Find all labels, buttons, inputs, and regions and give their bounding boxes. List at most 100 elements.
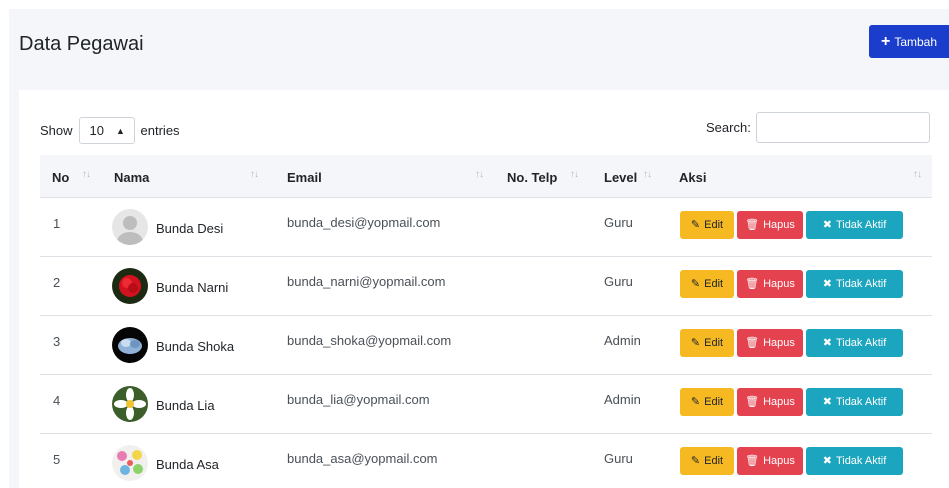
trash-icon: 🗑︎ — [745, 218, 760, 231]
edit-icon: ✎ — [690, 395, 701, 408]
avatar — [112, 445, 148, 481]
row-number: 1 — [53, 216, 61, 231]
column-header-aksi[interactable]: Aksi — [679, 170, 706, 185]
employee-name: Bunda Lia — [156, 398, 215, 413]
column-header-level[interactable]: Level — [604, 170, 637, 185]
edit-icon: ✎ — [690, 336, 701, 349]
row-divider — [40, 315, 932, 316]
employee-level: Admin — [604, 333, 641, 348]
avatar — [112, 386, 148, 422]
column-header-no[interactable]: No — [52, 170, 69, 185]
avatar — [112, 327, 148, 363]
trash-icon: 🗑︎ — [745, 395, 760, 408]
edit-icon: ✎ — [690, 218, 701, 231]
add-button-label: Tambah — [894, 34, 938, 49]
sort-icon[interactable]: ↑↓ — [643, 169, 652, 180]
employee-email: bunda_asa@yopmail.com — [287, 451, 438, 466]
row-divider — [40, 374, 932, 375]
row-number: 2 — [53, 275, 61, 290]
search-label: Search: — [706, 120, 751, 135]
deactivate-button[interactable]: ✖ Tidak Aktif — [806, 329, 903, 357]
delete-button[interactable]: 🗑︎ Hapus — [737, 270, 803, 298]
page-title: Data Pegawai — [19, 33, 144, 55]
edit-button-label: Edit — [704, 396, 724, 408]
show-label: Show — [40, 123, 73, 138]
employee-email: bunda_lia@yopmail.com — [287, 392, 430, 407]
user-x-icon: ✖ — [822, 336, 832, 349]
deactivate-button[interactable]: ✖ Tidak Aktif — [806, 211, 903, 239]
sort-icon[interactable]: ↑↓ — [570, 169, 579, 180]
column-header-nama[interactable]: Nama — [114, 170, 149, 185]
user-x-icon: ✖ — [822, 277, 832, 290]
employee-name: Bunda Asa — [156, 457, 219, 472]
employee-email: bunda_desi@yopmail.com — [287, 215, 441, 230]
trash-icon: 🗑︎ — [745, 454, 760, 467]
delete-button[interactable]: 🗑︎ Hapus — [737, 447, 803, 475]
employee-level: Guru — [604, 274, 633, 289]
user-x-icon: ✖ — [822, 454, 832, 467]
row-divider — [40, 433, 932, 434]
row-number: 3 — [53, 334, 61, 349]
column-header-telp[interactable]: No. Telp — [507, 170, 557, 185]
deactivate-button[interactable]: ✖ Tidak Aktif — [806, 270, 903, 298]
delete-button[interactable]: 🗑︎ Hapus — [737, 211, 803, 239]
user-x-icon: ✖ — [822, 395, 832, 408]
edit-button[interactable]: ✎ Edit — [680, 447, 734, 475]
edit-button[interactable]: ✎ Edit — [680, 329, 734, 357]
delete-button-label: Hapus — [763, 278, 795, 290]
employee-level: Admin — [604, 392, 641, 407]
deactivate-button[interactable]: ✖ Tidak Aktif — [806, 388, 903, 416]
table-header — [40, 155, 932, 197]
delete-button-label: Hapus — [763, 455, 795, 467]
delete-button[interactable]: 🗑︎ Hapus — [737, 329, 803, 357]
edit-button-label: Edit — [704, 278, 724, 290]
edit-button-label: Edit — [704, 455, 724, 467]
deactivate-button-label: Tidak Aktif — [835, 396, 887, 408]
employee-name: Bunda Shoka — [156, 339, 235, 354]
deactivate-button[interactable]: ✖ Tidak Aktif — [806, 447, 903, 475]
delete-button-label: Hapus — [763, 219, 795, 231]
edit-button-label: Edit — [704, 219, 724, 231]
sort-icon[interactable]: ↑↓ — [82, 169, 91, 180]
edit-button[interactable]: ✎ Edit — [680, 211, 734, 239]
deactivate-button-label: Tidak Aktif — [835, 455, 887, 467]
avatar — [112, 209, 148, 245]
row-divider — [40, 197, 932, 198]
employee-level: Guru — [604, 215, 633, 230]
entries-select[interactable]: 10 ▲︎ — [78, 117, 135, 144]
row-number: 4 — [53, 393, 61, 408]
deactivate-button-label: Tidak Aktif — [835, 337, 887, 349]
employee-name: Bunda Narni — [156, 280, 229, 295]
edit-icon: ✎ — [690, 277, 701, 290]
entries-select-value: 10 — [89, 123, 104, 138]
edit-button[interactable]: ✎ Edit — [680, 388, 734, 416]
search-control: Search: — [706, 112, 930, 143]
sort-icon[interactable]: ↑↓ — [250, 169, 259, 180]
delete-button-label: Hapus — [763, 337, 795, 349]
trash-icon: 🗑︎ — [745, 336, 760, 349]
sort-icon[interactable]: ↑↓ — [913, 169, 922, 180]
plus-icon: + — [880, 32, 891, 50]
employee-email: bunda_shoka@yopmail.com — [287, 333, 452, 348]
add-button[interactable]: + Tambah — [869, 25, 949, 58]
employee-name: Bunda Desi — [156, 221, 224, 236]
entries-control: Show 10 ▲︎ entries — [40, 117, 180, 144]
edit-button[interactable]: ✎ Edit — [680, 270, 734, 298]
sort-icon[interactable]: ↑↓ — [475, 169, 484, 180]
row-number: 5 — [53, 452, 61, 467]
select-caret-icon: ▲︎ — [116, 125, 125, 136]
user-x-icon: ✖ — [822, 218, 832, 231]
search-input[interactable] — [755, 112, 930, 143]
delete-button[interactable]: 🗑︎ Hapus — [737, 388, 803, 416]
deactivate-button-label: Tidak Aktif — [835, 278, 887, 290]
row-divider — [40, 256, 932, 257]
trash-icon: 🗑︎ — [745, 277, 760, 290]
employee-email: bunda_narni@yopmail.com — [287, 274, 446, 289]
avatar — [112, 268, 148, 304]
edit-icon: ✎ — [690, 454, 701, 467]
employee-level: Guru — [604, 451, 633, 466]
entries-label: entries — [140, 123, 180, 138]
delete-button-label: Hapus — [763, 396, 795, 408]
edit-button-label: Edit — [704, 337, 724, 349]
column-header-email[interactable]: Email — [287, 170, 322, 185]
